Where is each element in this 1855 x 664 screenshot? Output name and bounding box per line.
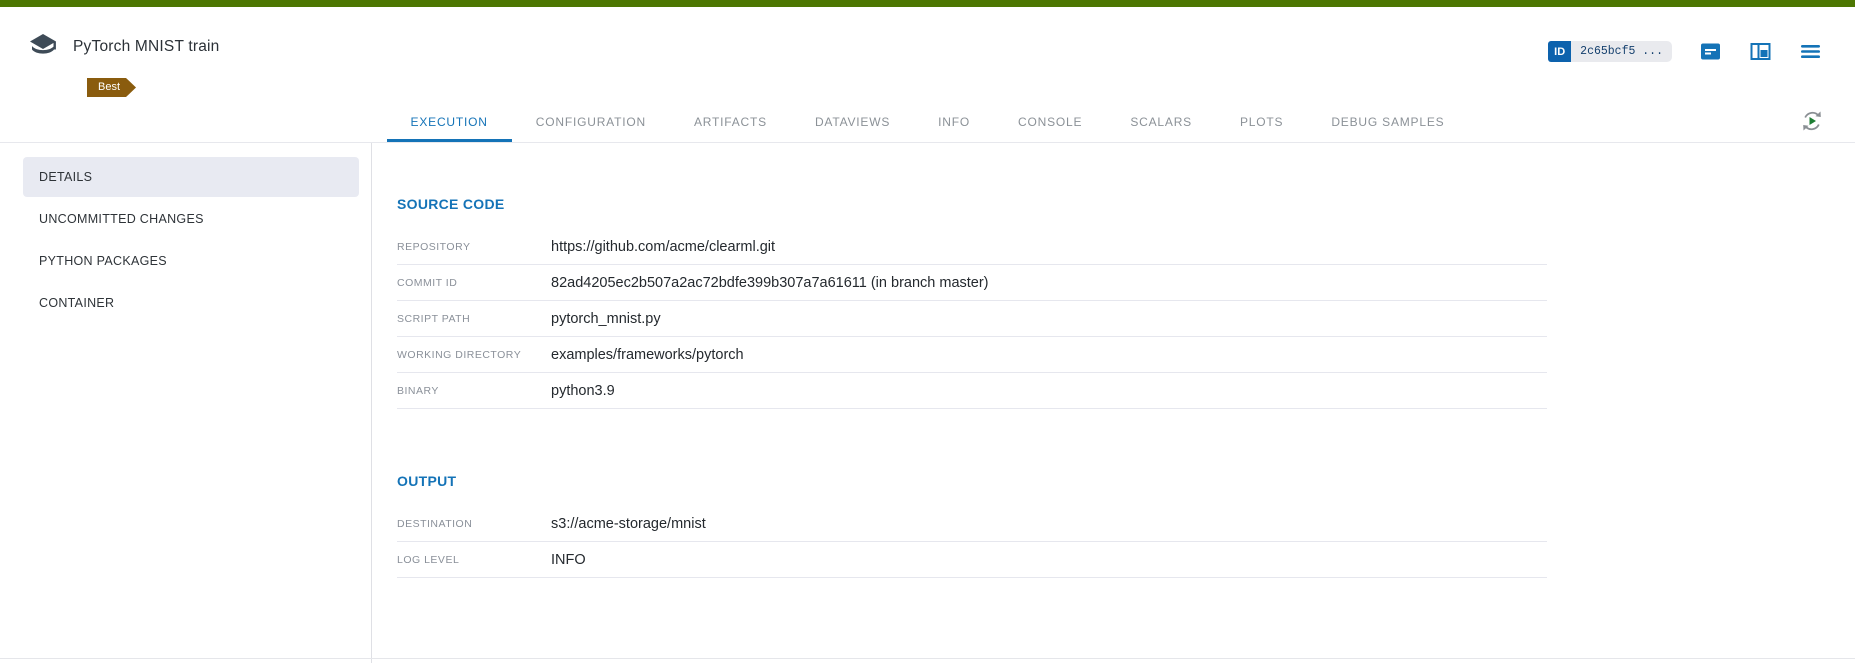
tab-info[interactable]: INFO <box>914 104 994 142</box>
detail-row-log-level: LOG LEVELINFO <box>397 542 1547 578</box>
content: DETAILSUNCOMMITTED CHANGESPYTHON PACKAGE… <box>0 143 1855 663</box>
id-value: 2c65bcf5 ... <box>1571 41 1672 62</box>
tab-scalars[interactable]: SCALARS <box>1106 104 1216 142</box>
row-value: s3://acme-storage/mnist <box>551 516 706 532</box>
row-label: BINARY <box>397 385 551 397</box>
header-actions: ID 2c65bcf5 ... <box>1548 40 1822 63</box>
tab-configuration[interactable]: CONFIGURATION <box>512 104 670 142</box>
row-value: INFO <box>551 552 586 568</box>
status-color-bar <box>0 0 1855 7</box>
detail-row-commit-id: COMMIT ID82ad4205ec2b507a2ac72bdfe399b30… <box>397 265 1547 301</box>
experiment-id-chip[interactable]: ID 2c65bcf5 ... <box>1548 41 1672 62</box>
execution-sidebar: DETAILSUNCOMMITTED CHANGESPYTHON PACKAGE… <box>0 143 372 663</box>
id-badge: ID <box>1548 41 1571 62</box>
row-label: WORKING DIRECTORY <box>397 349 551 361</box>
bottom-divider <box>0 658 1855 659</box>
auto-refresh-icon[interactable] <box>1799 108 1825 134</box>
sidebar-item-python-packages[interactable]: PYTHON PACKAGES <box>23 241 359 281</box>
row-label: REPOSITORY <box>397 241 551 253</box>
section-title: OUTPUT <box>397 473 1547 489</box>
header: PyTorch MNIST train Best ID 2c65bcf5 ... <box>0 7 1855 143</box>
row-label: SCRIPT PATH <box>397 313 551 325</box>
sidebar-item-details[interactable]: DETAILS <box>23 157 359 197</box>
page-title: PyTorch MNIST train <box>73 38 220 56</box>
main-panel: SOURCE CODE REPOSITORYhttps://github.com/… <box>372 143 1855 663</box>
row-label: DESTINATION <box>397 518 551 530</box>
tab-bar: EXECUTIONCONFIGURATIONARTIFACTSDATAVIEWS… <box>0 104 1855 142</box>
sidebar-item-container[interactable]: CONTAINER <box>23 283 359 323</box>
task-details-icon[interactable] <box>1699 40 1722 63</box>
section-output: OUTPUT DESTINATIONs3://acme-storage/mnist… <box>397 473 1547 578</box>
best-tag: Best <box>87 78 136 97</box>
sidebar-item-uncommitted-changes[interactable]: UNCOMMITTED CHANGES <box>23 199 359 239</box>
experiment-icon <box>27 31 59 63</box>
detail-row-binary: BINARYpython3.9 <box>397 373 1547 409</box>
tab-console[interactable]: CONSOLE <box>994 104 1106 142</box>
tab-plots[interactable]: PLOTS <box>1216 104 1307 142</box>
row-value: https://github.com/acme/clearml.git <box>551 239 775 255</box>
app-window: PUBLISHED PyTorch MNIST train Best ID 2c… <box>0 0 1855 664</box>
info-panel-icon[interactable] <box>1749 40 1772 63</box>
detail-row-working-directory: WORKING DIRECTORYexamples/frameworks/pyt… <box>397 337 1547 373</box>
row-value: 82ad4205ec2b507a2ac72bdfe399b307a7a61611… <box>551 275 989 291</box>
row-label: COMMIT ID <box>397 277 551 289</box>
best-tag-label: Best <box>98 81 120 93</box>
row-value: examples/frameworks/pytorch <box>551 347 744 363</box>
tab-execution[interactable]: EXECUTION <box>387 104 512 142</box>
detail-rows: REPOSITORYhttps://github.com/acme/clearm… <box>397 229 1547 409</box>
detail-row-repository: REPOSITORYhttps://github.com/acme/clearm… <box>397 229 1547 265</box>
tab-dataviews[interactable]: DATAVIEWS <box>791 104 914 142</box>
detail-rows: DESTINATIONs3://acme-storage/mnistLOG LE… <box>397 506 1547 578</box>
row-value: pytorch_mnist.py <box>551 311 661 327</box>
menu-icon[interactable] <box>1799 40 1822 63</box>
tab-artifacts[interactable]: ARTIFACTS <box>670 104 791 142</box>
row-label: LOG LEVEL <box>397 554 551 566</box>
detail-row-script-path: SCRIPT PATHpytorch_mnist.py <box>397 301 1547 337</box>
title-row: PyTorch MNIST train <box>27 31 220 63</box>
row-value: python3.9 <box>551 383 615 399</box>
section-title: SOURCE CODE <box>397 196 1547 212</box>
detail-row-destination: DESTINATIONs3://acme-storage/mnist <box>397 506 1547 542</box>
tab-debug-samples[interactable]: DEBUG SAMPLES <box>1307 104 1468 142</box>
section-source-code: SOURCE CODE REPOSITORYhttps://github.com/… <box>397 196 1547 409</box>
